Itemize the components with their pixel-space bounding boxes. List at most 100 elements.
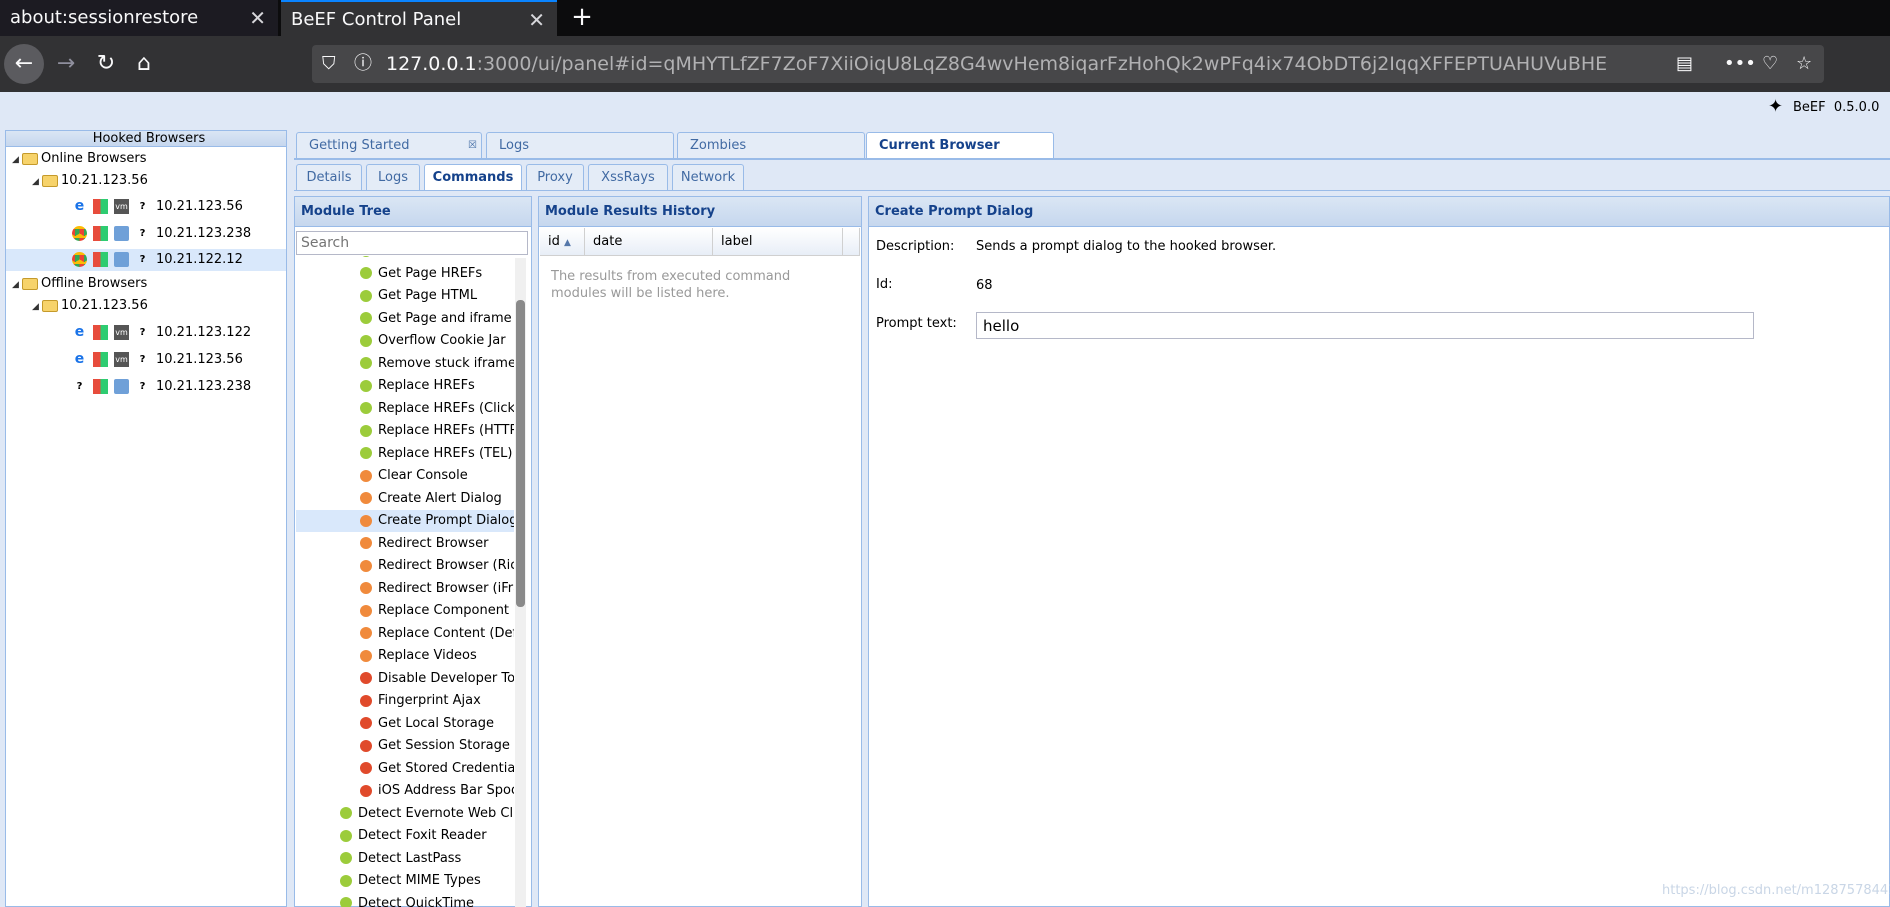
url-text[interactable]: 127.0.0.1:3000/ui/panel#id=qMHYTLfZF7ZoF… xyxy=(386,45,1607,83)
module-item[interactable]: Replace Content (Defa xyxy=(296,623,514,645)
module-item[interactable]: Replace HREFs (Click xyxy=(296,398,514,420)
module-item[interactable]: Detect Foxit Reader xyxy=(296,825,514,847)
scrollbar-thumb[interactable] xyxy=(516,300,525,607)
green-status-icon xyxy=(360,357,372,369)
green-status-icon xyxy=(340,897,352,907)
reload-button[interactable]: ↻ xyxy=(86,44,126,84)
module-item[interactable]: Detect MIME Types xyxy=(296,870,514,892)
tab-getting-started[interactable]: Getting Started ☒ xyxy=(296,132,482,158)
red-status-icon xyxy=(360,739,372,752)
close-icon[interactable]: ✕ xyxy=(249,0,266,36)
module-item[interactable]: Redirect Browser (Rick xyxy=(296,555,514,577)
red-status-icon xyxy=(360,672,372,684)
module-item-label: Overflow Cookie Jar xyxy=(378,333,506,348)
module-item[interactable]: Clear Console xyxy=(296,465,514,487)
close-icon[interactable]: ☒ xyxy=(468,133,477,159)
panel-title: Create Prompt Dialog xyxy=(869,197,1889,227)
expand-arrow-icon[interactable]: ◢ xyxy=(12,149,22,171)
green-status-icon xyxy=(360,402,372,414)
vm-icon: vm xyxy=(114,199,129,214)
subtab-details[interactable]: Details xyxy=(296,164,362,190)
info-icon[interactable]: ⓘ xyxy=(354,45,372,83)
pocket-icon[interactable]: ♡ xyxy=(1762,45,1778,83)
back-button[interactable]: ← xyxy=(4,44,44,84)
module-item[interactable]: Replace HREFs (HTTP xyxy=(296,420,514,442)
module-item-label: Remove stuck iframe xyxy=(378,355,514,371)
tree-browser-offline-1[interactable]: e vm? 10.21.123.122 xyxy=(72,322,251,344)
module-item-label: iOS Address Bar Spoo xyxy=(378,783,514,798)
reader-view-icon[interactable]: ▤ xyxy=(1676,45,1693,83)
module-item[interactable]: Replace Component ( xyxy=(296,600,514,622)
vm-icon: vm xyxy=(114,325,129,340)
column-header-id[interactable]: id ▲ xyxy=(540,228,585,256)
browser-tab-sessionrestore[interactable]: about:sessionrestore ✕ xyxy=(0,0,278,36)
module-search-input[interactable] xyxy=(296,231,528,255)
home-button[interactable]: ⌂ xyxy=(124,44,164,84)
subtab-logs[interactable]: Logs xyxy=(366,164,420,190)
tab-zombies[interactable]: Zombies xyxy=(677,132,865,158)
module-item[interactable]: Get Stored Credentials xyxy=(296,758,514,780)
module-item-label: Detect QuickTime xyxy=(358,895,475,907)
module-item[interactable]: Create Prompt Dialog xyxy=(296,510,514,532)
module-item[interactable]: Detect QuickTime xyxy=(296,893,514,907)
green-status-icon xyxy=(360,447,372,459)
tree-offline-group[interactable]: ◢ 10.21.123.56 xyxy=(32,295,148,317)
tree-offline-browsers[interactable]: ◢ Offline Browsers xyxy=(12,273,147,295)
module-item[interactable]: Replace Videos xyxy=(296,645,514,667)
tree-online-group[interactable]: ◢ 10.21.123.56 xyxy=(32,170,148,192)
expand-arrow-icon[interactable]: ◢ xyxy=(32,171,42,193)
module-item-label: Get Page and iframe HTML xyxy=(378,310,514,326)
module-item[interactable]: Replace HREFs (TEL) xyxy=(296,443,514,465)
new-tab-button[interactable]: + xyxy=(568,0,596,36)
module-item-label: Replace Component ( xyxy=(378,603,514,618)
prompt-text-input[interactable] xyxy=(976,312,1754,339)
module-item[interactable]: Redirect Browser (iFra xyxy=(296,578,514,600)
ie-icon: e xyxy=(74,351,85,367)
module-item[interactable]: Detect LastPass xyxy=(296,848,514,870)
module-item[interactable]: Replace HREFs xyxy=(296,375,514,397)
tab-current-browser[interactable]: Current Browser xyxy=(866,132,1054,158)
forward-button[interactable]: → xyxy=(46,44,86,84)
module-item[interactable]: Fingerprint Ajax xyxy=(296,690,514,712)
tab-logs[interactable]: Logs xyxy=(486,132,674,158)
subtab-proxy[interactable]: Proxy xyxy=(526,164,584,190)
subtab-xssrays[interactable]: XssRays xyxy=(588,164,668,190)
column-header-date[interactable]: date xyxy=(585,228,713,256)
module-item[interactable]: Redirect Browser xyxy=(296,533,514,555)
more-icon[interactable]: ••• xyxy=(1724,45,1756,83)
module-item[interactable]: Disable Developer Too xyxy=(296,668,514,690)
expand-arrow-icon[interactable]: ◢ xyxy=(32,296,42,318)
tree-browser-online-2[interactable]: ? 10.21.123.238 xyxy=(72,223,251,245)
module-item[interactable]: Remove stuck iframe xyxy=(296,353,514,375)
unknown-icon: ? xyxy=(76,381,83,392)
bookmark-star-icon[interactable]: ☆ xyxy=(1796,45,1812,83)
module-item[interactable]: Detect Evernote Web Clip xyxy=(296,803,514,825)
orange-status-icon xyxy=(360,559,372,572)
subtab-commands[interactable]: Commands xyxy=(424,164,522,190)
close-icon[interactable]: ✕ xyxy=(528,2,545,36)
orange-status-icon xyxy=(360,604,372,617)
tree-online-browsers[interactable]: ◢ Online Browsers xyxy=(12,148,147,170)
column-header-label[interactable]: label xyxy=(713,228,843,256)
module-item[interactable]: Overflow Cookie Jar xyxy=(296,330,514,352)
tree-browser-online-3[interactable]: ? 10.21.122.12 xyxy=(6,249,286,271)
shield-icon[interactable]: ⛉ xyxy=(322,45,336,83)
module-item[interactable]: Get Page HREFs xyxy=(296,263,514,285)
windows-icon xyxy=(93,325,108,340)
module-item[interactable]: Get Session Storage xyxy=(296,735,514,757)
app-header xyxy=(0,92,1890,128)
module-item[interactable]: Create Alert Dialog xyxy=(296,488,514,510)
module-item[interactable]: iOS Address Bar Spoo xyxy=(296,780,514,802)
tree-browser-offline-2[interactable]: e vm? 10.21.123.56 xyxy=(72,349,243,371)
subtab-network[interactable]: Network xyxy=(672,164,744,190)
module-item[interactable]: Get Page HTML xyxy=(296,285,514,307)
module-item[interactable]: Get Page and iframe HTML xyxy=(296,308,514,330)
module-item[interactable]: Get Form Values xyxy=(296,256,514,262)
tree-browser-online-1[interactable]: e vm? 10.21.123.56 xyxy=(72,196,243,218)
module-item-label: Detect Foxit Reader xyxy=(358,828,487,843)
module-item[interactable]: Get Local Storage xyxy=(296,713,514,735)
expand-arrow-icon[interactable]: ◢ xyxy=(12,274,22,296)
browser-tab-beef[interactable]: BeEF Control Panel ✕ xyxy=(281,0,557,36)
chrome-icon xyxy=(72,252,87,267)
tree-browser-offline-3[interactable]: ?? 10.21.123.238 xyxy=(72,376,251,398)
